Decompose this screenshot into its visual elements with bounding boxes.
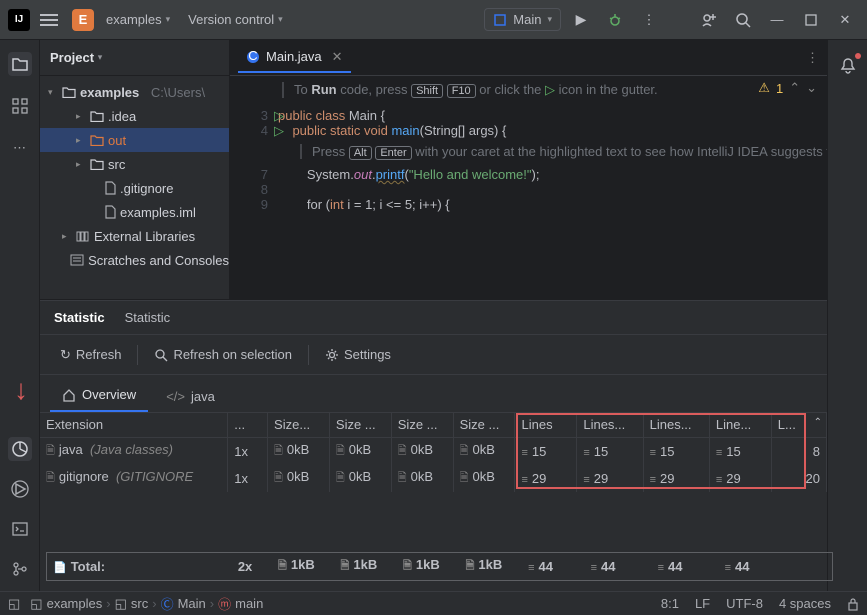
column-header[interactable]: Line... bbox=[709, 413, 771, 437]
tree-root[interactable]: ▾ examples C:\Users\ bbox=[40, 80, 229, 104]
indent-config[interactable]: 4 spaces bbox=[779, 596, 831, 611]
close-tab-button[interactable]: ✕ bbox=[332, 49, 343, 65]
column-header[interactable]: Size ... bbox=[391, 413, 453, 437]
column-header[interactable]: Lines... bbox=[577, 413, 643, 437]
svg-text:C: C bbox=[248, 50, 257, 63]
project-tree[interactable]: ▾ examples C:\Users\ ▸.idea▸out▸src.giti… bbox=[40, 76, 229, 276]
column-header[interactable]: ... bbox=[228, 413, 268, 437]
tree-item[interactable]: ▸External Libraries bbox=[40, 224, 229, 248]
tool-windows-button[interactable]: ◱ bbox=[8, 596, 20, 612]
column-header[interactable]: Size ... bbox=[329, 413, 391, 437]
column-header[interactable]: Lines... bbox=[643, 413, 709, 437]
tree-item[interactable]: examples.iml bbox=[40, 200, 229, 224]
panel-tab-statistic-1[interactable]: Statistic bbox=[54, 310, 105, 325]
notifications-button[interactable] bbox=[836, 54, 860, 78]
project-badge: E bbox=[72, 9, 94, 31]
run-config-selector[interactable]: Main▾ bbox=[484, 8, 561, 31]
inspection-widget[interactable]: ⚠1 ⌃⌄ bbox=[758, 80, 817, 96]
terminal-tool-button[interactable] bbox=[8, 517, 32, 541]
project-dropdown[interactable]: examples▾ bbox=[100, 8, 176, 31]
total-row: 📄Total: 2x 🗎1kB 🗎1kB 🗎1kB 🗎1kB ≡44 ≡44 ≡… bbox=[46, 552, 833, 581]
maximize-button[interactable] bbox=[797, 6, 825, 34]
box-icon bbox=[493, 13, 507, 27]
main-menu-button[interactable] bbox=[40, 14, 58, 26]
more-actions-button[interactable]: ⋮ bbox=[635, 6, 663, 34]
java-class-icon: C bbox=[246, 50, 260, 64]
refresh-button[interactable]: ↻Refresh bbox=[52, 343, 129, 367]
column-header[interactable]: Size ... bbox=[453, 413, 515, 437]
vcs-dropdown[interactable]: Version control▾ bbox=[182, 8, 289, 31]
table-row[interactable]: 🗎java (Java classes)1x🗎0kB🗎0kB🗎0kB🗎0kB≡1… bbox=[40, 437, 827, 465]
editor-more-button[interactable]: ⋮ bbox=[806, 50, 819, 66]
tree-item[interactable]: ▸src bbox=[40, 152, 229, 176]
services-tool-button[interactable] bbox=[8, 477, 32, 501]
statistic-tool-button[interactable] bbox=[8, 437, 32, 461]
tree-item[interactable]: .gitignore bbox=[40, 176, 229, 200]
readonly-toggle[interactable] bbox=[847, 597, 859, 611]
gear-icon bbox=[325, 348, 339, 362]
more-tools-button[interactable]: ⋯ bbox=[8, 136, 32, 160]
close-button[interactable]: ✕ bbox=[831, 6, 859, 34]
breadcrumb[interactable]: ◱ examples ›◱ src ›Ⓒ Main ›ⓜ main bbox=[30, 594, 263, 613]
settings-button[interactable]: Settings bbox=[317, 343, 399, 366]
subtab-java[interactable]: </>java bbox=[154, 381, 227, 412]
table-row[interactable]: 🗎gitignore (GITIGNORE1x🗎0kB🗎0kB🗎0kB🗎0kB≡… bbox=[40, 465, 827, 492]
vcs-tool-button[interactable] bbox=[8, 557, 32, 581]
tree-item[interactable]: ▸.idea bbox=[40, 104, 229, 128]
search-button[interactable] bbox=[729, 6, 757, 34]
run-button[interactable]: ▶ bbox=[567, 6, 595, 34]
refresh-selection-button[interactable]: Refresh on selection bbox=[146, 343, 300, 366]
line-ending[interactable]: LF bbox=[695, 596, 710, 611]
project-panel-header[interactable]: Project ▾ bbox=[40, 40, 229, 76]
tree-item[interactable]: Scratches and Consoles bbox=[40, 248, 229, 272]
search-icon bbox=[154, 348, 168, 362]
structure-tool-button[interactable] bbox=[8, 94, 32, 118]
home-icon bbox=[62, 388, 76, 402]
column-header[interactable]: Lines bbox=[515, 413, 577, 437]
code-editor[interactable]: ⚠1 ⌃⌄ To Run code, press Shift F10 or cl… bbox=[230, 76, 827, 299]
statistic-table[interactable]: Extension...Size...Size ...Size ...Size … bbox=[40, 413, 827, 492]
file-encoding[interactable]: UTF-8 bbox=[726, 596, 763, 611]
column-header[interactable]: Size... bbox=[268, 413, 330, 437]
panel-tab-statistic-2[interactable]: Statistic bbox=[125, 310, 171, 325]
ide-logo: IJ bbox=[8, 9, 30, 31]
tree-item[interactable]: ▸out bbox=[40, 128, 229, 152]
project-tool-button[interactable] bbox=[8, 52, 32, 76]
code-with-me-button[interactable] bbox=[695, 6, 723, 34]
minimize-button[interactable]: — bbox=[763, 6, 791, 34]
column-header[interactable]: L... bbox=[771, 413, 826, 437]
folder-icon bbox=[62, 86, 76, 98]
debug-button[interactable] bbox=[601, 6, 629, 34]
editor-tab-main[interactable]: C Main.java ✕ bbox=[238, 43, 351, 73]
caret-position[interactable]: 8:1 bbox=[661, 596, 679, 611]
column-header[interactable]: Extension bbox=[40, 413, 228, 437]
subtab-overview[interactable]: Overview bbox=[50, 379, 148, 412]
